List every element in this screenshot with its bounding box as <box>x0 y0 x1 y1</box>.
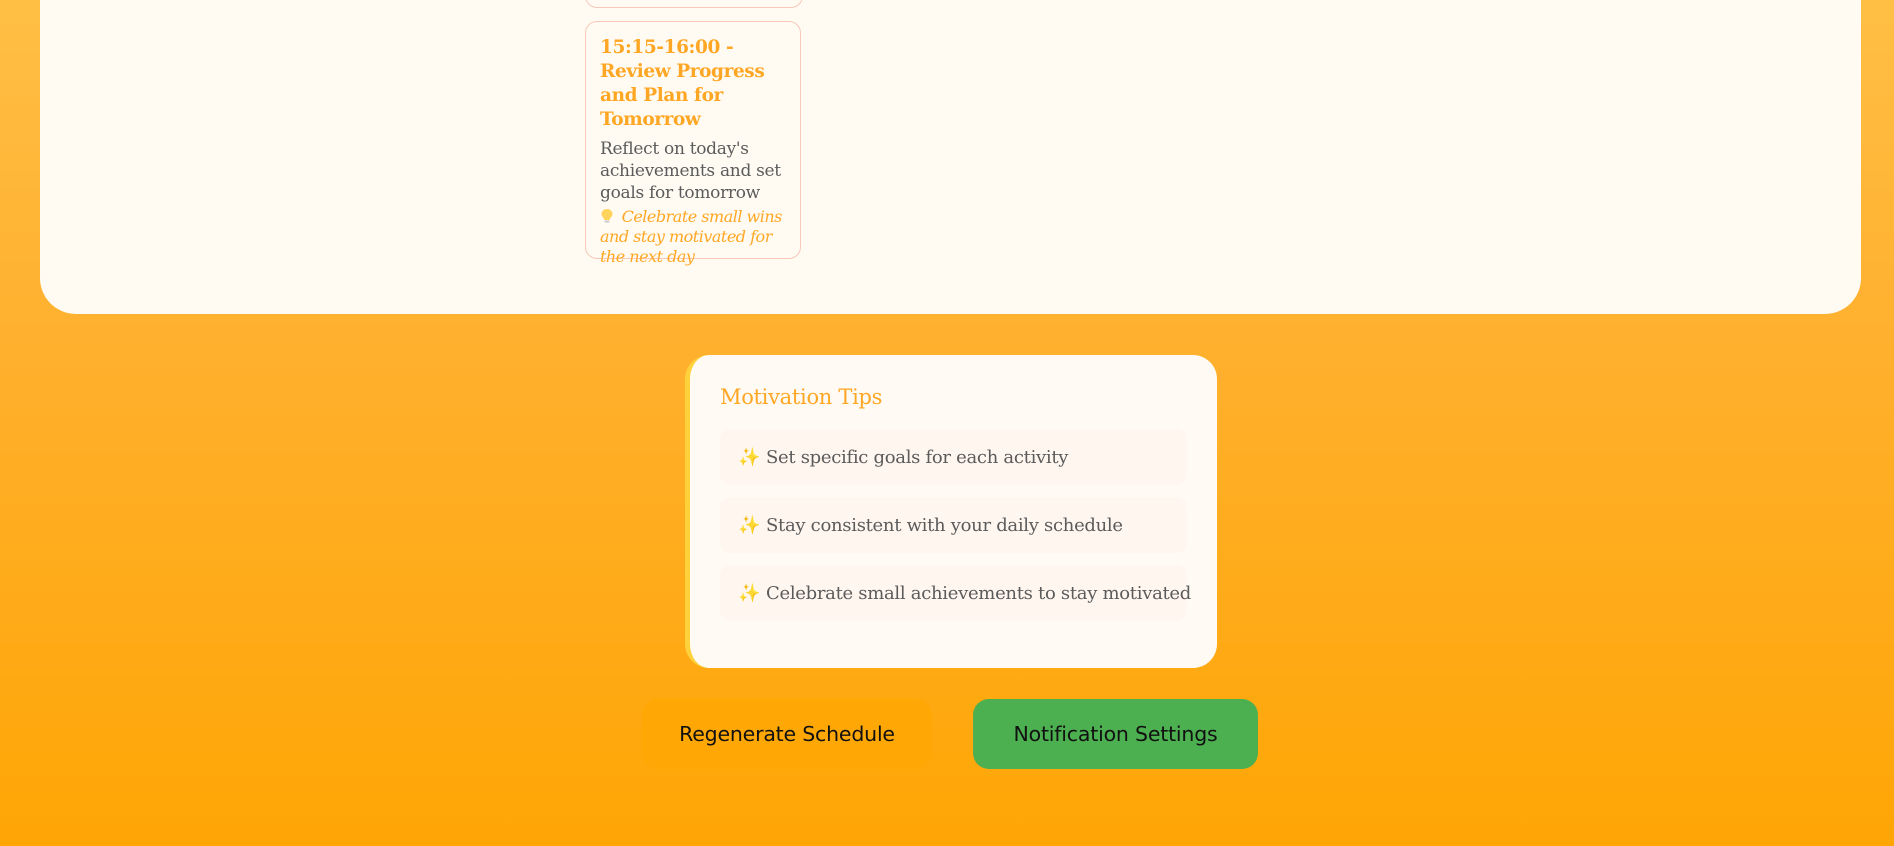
schedule-item-title: 15:15-16:00 - Review Progress and Plan f… <box>600 37 765 130</box>
schedule-panel <box>40 0 1861 314</box>
lightbulb-icon <box>600 207 622 226</box>
sparkles-icon: ✨ <box>738 446 761 468</box>
schedule-item-description: Reflect on today's achievements and set … <box>600 139 781 203</box>
motivation-tip-text: Set specific goals for each activity <box>766 446 1069 468</box>
sparkles-icon: ✨ <box>738 582 761 604</box>
motivation-tips-card: Motivation Tips ✨ Set specific goals for… <box>685 355 1217 668</box>
motivation-tip-item: ✨ Celebrate small achievements to stay m… <box>720 565 1191 621</box>
schedule-item: 15:15-16:00 - Review Progress and Plan f… <box>585 21 801 266</box>
schedule-item-tip: Celebrate small wins and stay motivated … <box>600 207 788 267</box>
motivation-tip-text: Stay consistent with your daily schedule <box>766 514 1123 536</box>
regenerate-schedule-button[interactable]: Regenerate Schedule <box>642 699 932 769</box>
motivation-tip-text: Celebrate small achievements to stay mot… <box>766 582 1192 604</box>
schedule-item-tip-text: Celebrate small wins and stay motivated … <box>600 207 782 266</box>
notification-settings-button[interactable]: Notification Settings <box>973 699 1258 769</box>
motivation-tips-title: Motivation Tips <box>720 385 883 409</box>
sparkles-icon: ✨ <box>738 514 761 536</box>
motivation-tip-item: ✨ Set specific goals for each activity <box>720 429 1187 485</box>
schedule-item-previous <box>585 0 803 8</box>
motivation-tip-item: ✨ Stay consistent with your daily schedu… <box>720 497 1187 553</box>
